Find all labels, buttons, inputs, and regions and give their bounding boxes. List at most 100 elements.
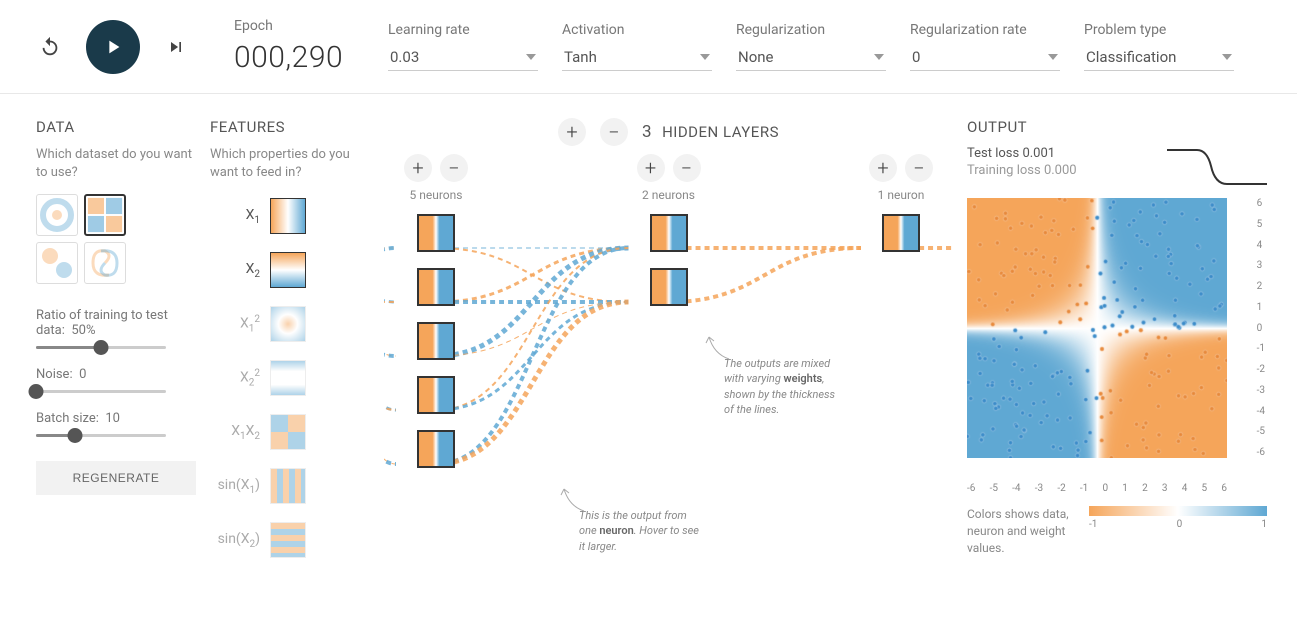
features-column: FEATURES Which properties do you want to… [210,118,370,572]
param-learning-rate: Learning rate 0.03 [388,22,538,71]
layer-add-neuron[interactable]: + [404,154,432,182]
colorbar-section: Colors shows data, neuron and weight val… [967,506,1267,556]
neuron-0-2[interactable] [417,322,455,360]
chevron-down-icon [1222,54,1232,60]
add-layer-button[interactable]: + [558,118,586,146]
layer-1: + − 2 neurons [637,154,701,484]
layer-add-neuron[interactable]: + [869,154,897,182]
feature-thumb [270,252,306,288]
neuron-0-0[interactable] [417,214,455,252]
feature-label: X12 [210,314,260,334]
chevron-down-icon [874,54,884,60]
feature-1[interactable]: X2 [210,248,370,292]
batch-slider[interactable] [36,434,166,437]
output-title: OUTPUT [967,118,1267,136]
layer-remove-neuron[interactable]: − [440,154,468,182]
colorbar-label: Colors shows data, neuron and weight val… [967,506,1077,556]
ratio-label: Ratio of training to test data: 50% [36,308,196,338]
callout-weights: The outputs are mixed with varying weigh… [724,356,844,418]
feature-label: sin(X1) [210,477,260,496]
noise-label: Noise: 0 [36,367,196,382]
epoch-label: Epoch [234,18,364,34]
layer-2: + − 1 neuron [869,154,933,484]
output-heatmap: 6543210-1-2-3-4-5-6 -6-5-4-3-2-10123456 [967,198,1247,478]
param-activation: Activation Tanh [562,22,712,71]
network-title: 3HIDDEN LAYERS [642,122,779,142]
output-column: OUTPUT Test loss 0.001 Training loss 0.0… [967,118,1267,572]
param-problem-type: Problem type Classification [1084,22,1234,71]
main-area: DATA Which dataset do you want to use? R… [0,94,1297,592]
data-subtitle: Which dataset do you want to use? [36,146,196,182]
loss-curve [1167,146,1267,188]
data-title: DATA [36,118,196,136]
feature-label: sin(X2) [210,531,260,550]
layer-add-neuron[interactable]: + [637,154,665,182]
neuron-1-0[interactable] [650,214,688,252]
neuron-0-3[interactable] [417,376,455,414]
feature-label: X2 [210,261,260,280]
feature-4[interactable]: X1X2 [210,410,370,454]
param-regularization: Regularization None [736,22,886,71]
neuron-0-1[interactable] [417,268,455,306]
layer-remove-neuron[interactable]: − [905,154,933,182]
colorbar-ticks: -101 [1089,519,1267,530]
feature-2[interactable]: X12 [210,302,370,346]
chevron-down-icon [1048,54,1058,60]
data-column: DATA Which dataset do you want to use? R… [36,118,196,572]
layer-remove-neuron[interactable]: − [673,154,701,182]
layer-neuron-count: 1 neuron [878,188,925,202]
feature-label: X1 [210,207,260,226]
network-column: + − 3HIDDEN LAYERS + − 5 neurons + − 2 n… [384,118,953,572]
play-icon [102,36,124,58]
neuron-1-1[interactable] [650,268,688,306]
step-button[interactable] [162,33,190,61]
dataset-xor[interactable] [84,194,126,236]
neuron-2-0[interactable] [882,214,920,252]
neuron-0-4[interactable] [417,430,455,468]
callout-arrow-icon [704,334,734,364]
dataset-circle[interactable] [36,194,78,236]
noise-slider[interactable] [36,390,166,393]
reset-button[interactable] [36,33,64,61]
feature-thumb [270,198,306,234]
features-subtitle: Which properties do you want to feed in? [210,146,370,182]
layers-row: + − 5 neurons + − 2 neurons + − 1 neuron [404,154,933,484]
callout-neuron: This is the output from one neuron. Hove… [579,508,699,554]
feature-thumb [270,414,306,450]
feature-thumb [270,306,306,342]
feature-thumb [270,468,306,504]
feature-5[interactable]: sin(X1) [210,464,370,508]
colorbar-gradient [1089,506,1267,516]
output-stats: Test loss 0.001 Training loss 0.000 [967,146,1267,188]
top-toolbar: Epoch 000,290 Learning rate 0.03 Activat… [0,0,1297,94]
network-header: + − 3HIDDEN LAYERS [384,118,953,146]
axis-x: -6-5-4-3-2-10123456 [967,483,1227,494]
remove-layer-button[interactable]: − [600,118,628,146]
step-icon [166,37,186,57]
dataset-spiral[interactable] [84,242,126,284]
dropdown-2[interactable]: None [736,44,886,71]
feature-0[interactable]: X1 [210,194,370,238]
feature-3[interactable]: X22 [210,356,370,400]
dataset-grid [36,194,196,284]
feature-6[interactable]: sin(X2) [210,518,370,562]
dropdown-1[interactable]: Tanh [562,44,712,71]
dropdown-4[interactable]: Classification [1084,44,1234,71]
axis-y: 6543210-1-2-3-4-5-6 [1257,198,1265,458]
param-regularization-rate: Regularization rate 0 [910,22,1060,71]
ratio-slider[interactable] [36,346,166,349]
dropdown-3[interactable]: 0 [910,44,1060,71]
epoch-value: 000,290 [234,40,364,75]
epoch-group: Epoch 000,290 [234,18,364,75]
dropdown-0[interactable]: 0.03 [388,44,538,71]
layer-neuron-count: 2 neurons [642,188,695,202]
dataset-gauss[interactable] [36,242,78,284]
play-button[interactable] [86,20,140,74]
regenerate-button[interactable]: REGENERATE [36,461,196,495]
chevron-down-icon [700,54,710,60]
heatmap-canvas[interactable] [967,198,1227,458]
layer-neuron-count: 5 neurons [410,188,463,202]
reset-icon [39,36,61,58]
batch-label: Batch size: 10 [36,411,196,426]
layer-0: + − 5 neurons [404,154,468,484]
